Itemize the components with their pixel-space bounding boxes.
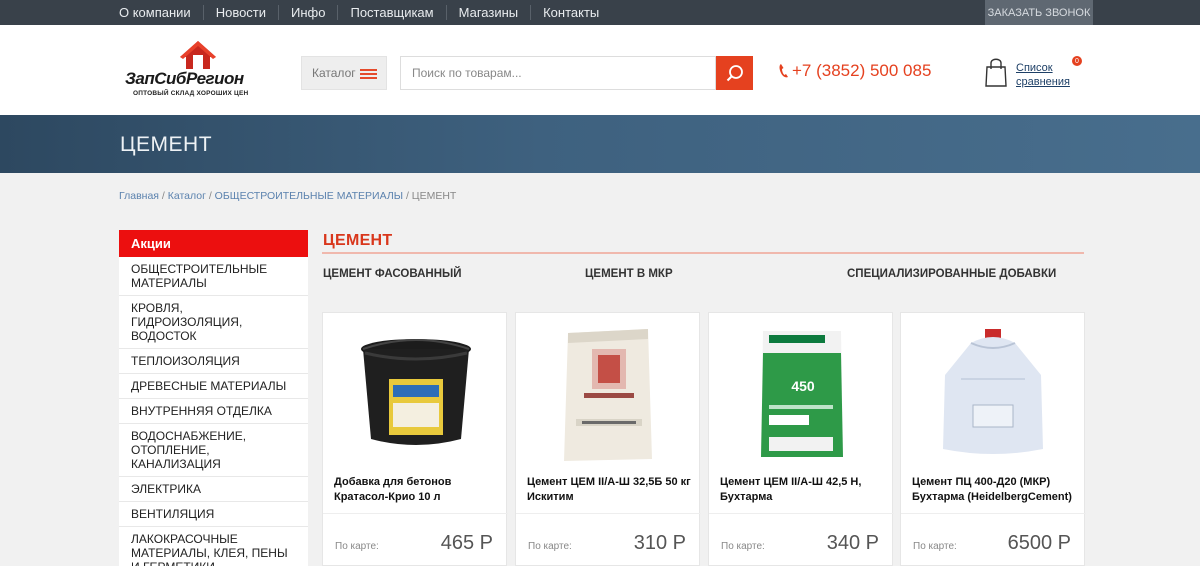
order-callback-button[interactable]: ЗАКАЗАТЬ ЗВОНОК <box>985 0 1093 25</box>
sidebar-item-paints[interactable]: ЛАКОКРАСОЧНЫЕ МАТЕРИАЛЫ, КЛЕЯ, ПЕНЫ И ГЕ… <box>119 527 308 566</box>
subcategory-bigbag-cement-link[interactable]: ЦЕМЕНТ В МКР <box>585 268 673 280</box>
site-header: ЗапСибРегион ОПТОВЫЙ СКЛАД ХОРОШИХ ЦЕН К… <box>0 25 1200 115</box>
compare-count-badge: 0 <box>1072 56 1082 66</box>
product-price: 6500 Р <box>1007 532 1071 554</box>
sidebar-item-roofing[interactable]: КРОВЛЯ, ГИДРОИЗОЛЯЦИЯ, ВОДОСТОК <box>119 296 308 349</box>
compare-list-link[interactable]: Список сравнения <box>1016 61 1070 89</box>
menu-icon <box>360 69 377 79</box>
product-name[interactable]: Цемент ПЦ 400-Д20 (МКР) Бухтарма (Heidel… <box>912 475 1078 505</box>
product-price: 465 Р <box>440 532 493 554</box>
product-price: 340 Р <box>826 532 879 554</box>
shopping-bag-icon[interactable] <box>984 57 1008 87</box>
cement-bag-image <box>564 329 652 461</box>
product-name[interactable]: Цемент ЦЕМ II/А-Ш 42,5 Н, Бухтарма <box>720 475 886 505</box>
product-name[interactable]: Добавка для бетонов Кратасол-Крио 10 л <box>334 475 500 505</box>
search-input[interactable]: Поиск по товарам... <box>400 56 716 90</box>
catalog-sidebar: Акции ОБЩЕСТРОИТЕЛЬНЫЕ МАТЕРИАЛЫ КРОВЛЯ,… <box>119 230 308 566</box>
green-bag-image: 450 <box>761 331 843 457</box>
topnav-about-link[interactable]: О компании <box>107 5 203 20</box>
price-label: По карте: <box>335 541 379 552</box>
breadcrumb-current: ЦЕМЕНТ <box>411 190 457 202</box>
subcategory-packaged-cement-link[interactable]: ЦЕМЕНТ ФАСОВАННЫЙ <box>323 268 462 280</box>
product-price: 310 Р <box>633 532 686 554</box>
logo-house-icon <box>180 41 216 69</box>
product-card[interactable]: Цемент ЦЕМ II/А-Ш 32,5Б 50 кг Искитим По… <box>515 312 701 566</box>
site-logo[interactable]: ЗапСибРегион ОПТОВЫЙ СКЛАД ХОРОШИХ ЦЕН <box>125 39 275 101</box>
sidebar-item-ventilation[interactable]: ВЕНТИЛЯЦИЯ <box>119 502 308 527</box>
price-label: По карте: <box>721 541 765 552</box>
subcategory-additives-link[interactable]: СПЕЦИАЛИЗИРОВАННЫЕ ДОБАВКИ <box>847 268 1056 280</box>
breadcrumb-home-link[interactable]: Главная <box>119 190 159 202</box>
phone-icon <box>779 64 788 78</box>
sidebar-item-wood[interactable]: ДРЕВЕСНЫЕ МАТЕРИАЛЫ <box>119 374 308 399</box>
search-button[interactable] <box>716 56 753 90</box>
page-title: ЦЕМЕНТ <box>120 133 213 156</box>
search-icon <box>726 65 743 82</box>
sidebar-item-promo[interactable]: Акции <box>119 230 308 257</box>
topnav-suppliers-link[interactable]: Поставщикам <box>337 5 445 20</box>
product-name[interactable]: Цемент ЦЕМ II/А-Ш 32,5Б 50 кг Искитим <box>527 475 693 505</box>
catalog-button[interactable]: Каталог <box>301 56 387 90</box>
logo-tagline: ОПТОВЫЙ СКЛАД ХОРОШИХ ЦЕН <box>133 90 249 97</box>
svg-text:450: 450 <box>791 378 815 394</box>
price-label: По карте: <box>528 541 572 552</box>
sidebar-item-electrics[interactable]: ЭЛЕКТРИКА <box>119 477 308 502</box>
sidebar-item-general-materials[interactable]: ОБЩЕСТРОИТЕЛЬНЫЕ МАТЕРИАЛЫ <box>119 257 308 296</box>
product-card[interactable]: Добавка для бетонов Кратасол-Крио 10 л П… <box>322 312 508 566</box>
topnav-stores-link[interactable]: Магазины <box>445 5 531 20</box>
breadcrumb: Главная / Каталог / ОБЩЕСТРОИТЕЛЬНЫЕ МАТ… <box>119 190 457 202</box>
phone-text: +7 (3852) 500 085 <box>792 61 932 80</box>
section-heading: ЦЕМЕНТ <box>323 232 393 249</box>
topnav-info-link[interactable]: Инфо <box>278 5 337 20</box>
heading-divider <box>322 252 1084 254</box>
breadcrumb-catalog-link[interactable]: Каталог <box>168 190 206 202</box>
search-placeholder: Поиск по товарам... <box>412 66 522 80</box>
big-bag-image <box>943 329 1043 454</box>
logo-wordmark: ЗапСибРегион <box>125 69 244 88</box>
sidebar-item-plumbing[interactable]: ВОДОСНАБЖЕНИЕ, ОТОПЛЕНИЕ, КАНАЛИЗАЦИЯ <box>119 424 308 477</box>
page-banner: ЦЕМЕНТ <box>0 115 1200 173</box>
breadcrumb-category-link[interactable]: ОБЩЕСТРОИТЕЛЬНЫЕ МАТЕРИАЛЫ <box>215 190 403 202</box>
top-navigation: О компании Новости Инфо Поставщикам Мага… <box>107 0 611 25</box>
bucket-image <box>361 339 471 445</box>
phone-number[interactable]: +7 (3852) 500 085 <box>778 61 931 81</box>
topnav-contacts-link[interactable]: Контакты <box>530 5 611 20</box>
catalog-label: Каталог <box>312 66 356 80</box>
topnav-news-link[interactable]: Новости <box>202 5 278 20</box>
top-bar: О компании Новости Инфо Поставщикам Мага… <box>0 0 1200 25</box>
product-card[interactable]: Цемент ПЦ 400-Д20 (МКР) Бухтарма (Heidel… <box>900 312 1086 566</box>
sidebar-item-interior[interactable]: ВНУТРЕННЯЯ ОТДЕЛКА <box>119 399 308 424</box>
product-card[interactable]: 450 Цемент ЦЕМ II/А-Ш 42,5 Н, Бухтарма П… <box>708 312 894 566</box>
price-label: По карте: <box>913 541 957 552</box>
sidebar-item-insulation[interactable]: ТЕПЛОИЗОЛЯЦИЯ <box>119 349 308 374</box>
